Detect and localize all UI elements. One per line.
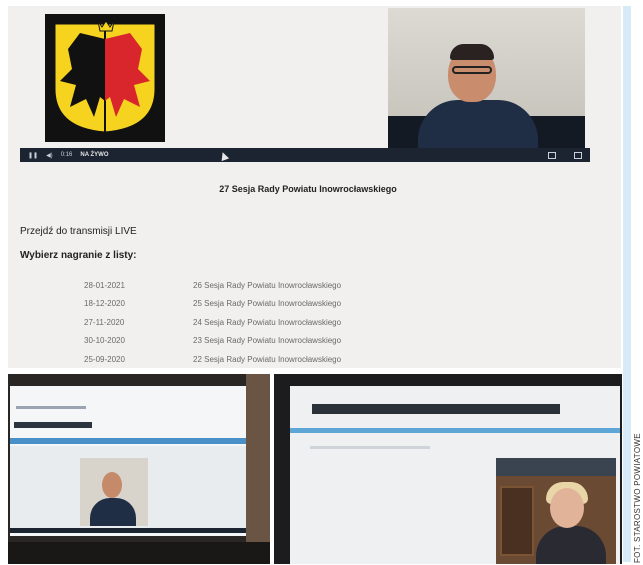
settings-icon[interactable] xyxy=(548,151,556,159)
recording-link[interactable]: 22 Sesja Rady Powiatu Inowrocławskiego xyxy=(193,355,468,364)
monitor-video-feed xyxy=(496,476,616,564)
recording-date: 30-10-2020 xyxy=(84,336,125,346)
recording-date: 27-11-2020 xyxy=(84,317,125,327)
video-speaker-feed xyxy=(388,8,585,148)
recording-date: 18-12-2020 xyxy=(84,299,125,309)
session-screen-photo: ❚❚ ◀) 0:16 NA ŻYWO 27 Sesja Rady Powiatu… xyxy=(8,6,621,368)
session-title: 27 Sesja Rady Powiatu Inowrocławskiego xyxy=(219,184,397,194)
recording-link[interactable]: 23 Sesja Rady Powiatu Inowrocławskiego xyxy=(193,336,468,345)
pause-icon[interactable]: ❚❚ xyxy=(28,152,38,159)
recording-date: 25-09-2020 xyxy=(84,354,125,364)
list-item[interactable]: 25-09-2020 22 Sesja Rady Powiatu Inowroc… xyxy=(68,350,468,368)
recording-link[interactable]: 25 Sesja Rady Powiatu Inowrocławskiego xyxy=(193,299,468,308)
list-item[interactable]: 30-10-2020 23 Sesja Rady Powiatu Inowroc… xyxy=(68,332,468,351)
live-transmission-link[interactable]: Przejdź do transmisji LIVE xyxy=(20,226,137,237)
recording-date: 28-01-2021 xyxy=(84,280,125,290)
volume-icon[interactable]: ◀) xyxy=(46,152,53,159)
list-item[interactable]: 28-01-2021 26 Sesja Rady Powiatu Inowroc… xyxy=(68,276,468,295)
coat-of-arms-logo xyxy=(45,14,165,142)
player-time: 0:16 xyxy=(60,152,73,158)
laptop-screen xyxy=(10,386,246,536)
recording-link[interactable]: 26 Sesja Rady Powiatu Inowrocławskiego xyxy=(193,281,468,290)
list-item[interactable]: 27-11-2020 24 Sesja Rady Powiatu Inowroc… xyxy=(68,313,468,332)
side-stripe xyxy=(623,6,631,562)
list-item[interactable]: 18-12-2020 25 Sesja Rady Powiatu Inowroc… xyxy=(68,295,468,314)
monitor-photo xyxy=(274,374,622,564)
live-badge: NA ŻYWO xyxy=(80,152,109,158)
laptop-photo xyxy=(8,374,270,564)
monitor-screen xyxy=(290,386,620,564)
laptop-video-feed xyxy=(80,458,148,526)
choose-recording-heading: Wybierz nagranie z listy: xyxy=(20,250,137,261)
video-player-controls[interactable]: ❚❚ ◀) 0:16 NA ŻYWO xyxy=(20,148,590,162)
recordings-list: 28-01-2021 26 Sesja Rady Powiatu Inowroc… xyxy=(68,276,468,368)
photo-credit: FOT. STAROSTWO POWIATOWE xyxy=(633,433,642,563)
recording-link[interactable]: 24 Sesja Rady Powiatu Inowrocławskiego xyxy=(193,318,468,327)
fullscreen-icon[interactable] xyxy=(574,151,582,159)
